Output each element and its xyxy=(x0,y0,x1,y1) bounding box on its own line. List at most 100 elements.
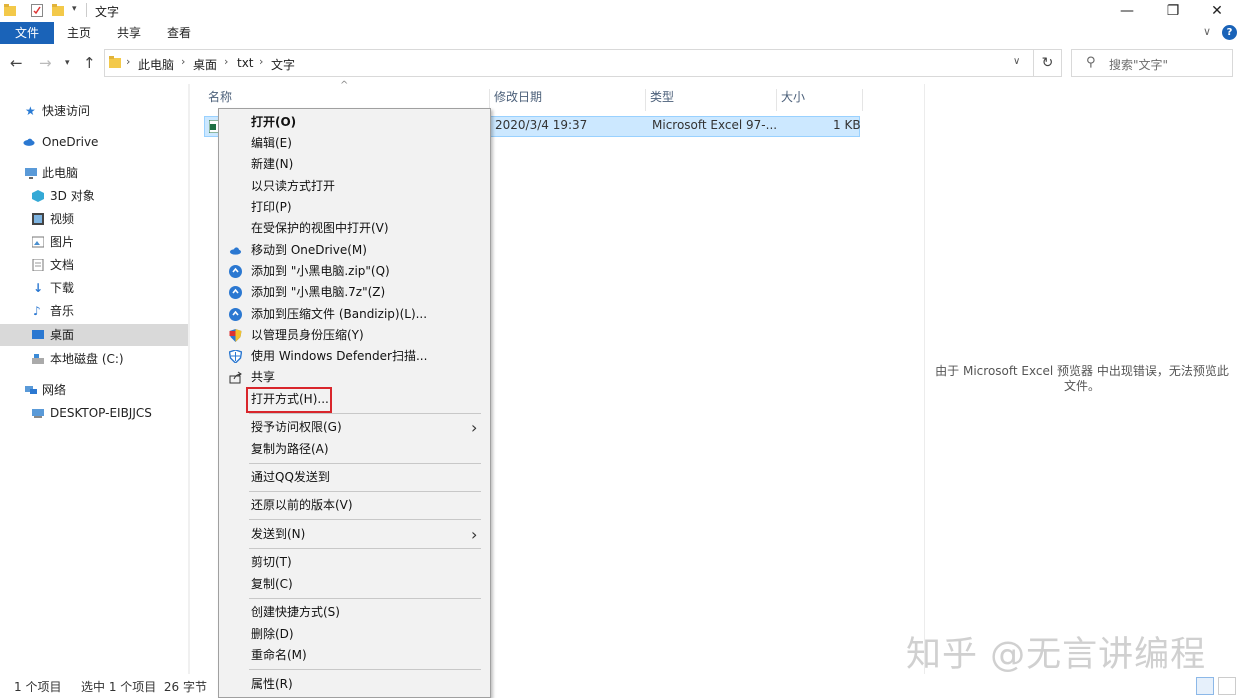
breadcrumb-separator-icon: › xyxy=(181,55,186,68)
sidebar-item-label: 本地磁盘 (C:) xyxy=(50,352,124,366)
menu-item-move-onedrive[interactable]: 移动到 OneDrive(M) xyxy=(219,240,490,261)
divider xyxy=(86,3,87,17)
sidebar-item-network[interactable]: 网络 xyxy=(0,379,188,401)
properties-icon[interactable] xyxy=(31,4,43,17)
help-icon[interactable]: ? xyxy=(1222,25,1237,40)
menu-item-label: 剪切(T) xyxy=(251,555,292,569)
minimize-button[interactable]: — xyxy=(1104,0,1150,22)
menu-item-protected-view[interactable]: 在受保护的视图中打开(V) xyxy=(219,218,490,239)
menu-item-delete[interactable]: 删除(D) xyxy=(219,624,490,645)
breadcrumb-this-pc[interactable]: 此电脑 xyxy=(138,56,174,73)
menu-item-label: 共享 xyxy=(251,370,276,384)
menu-item-add-archive[interactable]: 添加到压缩文件 (Bandizip)(L)... xyxy=(219,304,490,325)
item-count: 1 个项目 xyxy=(14,680,62,694)
recent-locations-icon[interactable]: ▾ xyxy=(65,58,70,68)
menu-item-open-readonly[interactable]: 以只读方式打开 xyxy=(219,176,490,197)
column-header-type[interactable]: 类型 xyxy=(646,89,777,111)
menu-item-edit[interactable]: 编辑(E) xyxy=(219,133,490,154)
sidebar-item-onedrive[interactable]: OneDrive xyxy=(0,131,188,153)
sidebar-item-desktop[interactable]: 桌面 xyxy=(0,324,188,346)
up-icon[interactable]: ↑ xyxy=(83,54,96,72)
breadcrumb-txt[interactable]: txt xyxy=(237,56,254,70)
details-view-button[interactable] xyxy=(1196,677,1214,695)
menu-item-label: 复制为路径(A) xyxy=(251,442,329,456)
sidebar-item-label: 快速访问 xyxy=(42,104,91,118)
sidebar-item-3d-objects[interactable]: 3D 对象 xyxy=(0,185,188,207)
folder-icon xyxy=(4,4,16,16)
new-folder-icon[interactable] xyxy=(52,4,64,17)
menu-item-rename[interactable]: 重命名(M) xyxy=(219,645,490,666)
menu-item-create-shortcut[interactable]: 创建快捷方式(S) xyxy=(219,602,490,623)
menu-separator xyxy=(249,413,481,414)
menu-separator xyxy=(249,548,481,549)
menu-item-send-qq[interactable]: 通过QQ发送到 xyxy=(219,467,490,488)
network-icon xyxy=(25,386,37,394)
menu-item-grant-access[interactable]: 授予访问权限(G) › xyxy=(219,417,490,438)
share-icon xyxy=(229,371,242,384)
sidebar-item-label: 下载 xyxy=(50,281,75,295)
column-header-modified[interactable]: 修改日期 xyxy=(490,89,646,111)
file-modified: 2020/3/4 19:37 xyxy=(495,118,588,132)
menu-item-print[interactable]: 打印(P) xyxy=(219,197,490,218)
menu-item-properties[interactable]: 属性(R) xyxy=(219,674,490,695)
restore-icon: ❐ xyxy=(1166,3,1180,19)
sidebar-item-pictures[interactable]: 图片 xyxy=(0,231,188,253)
sidebar-item-downloads[interactable]: ↓ 下载 xyxy=(0,277,188,299)
menu-item-admin-compress[interactable]: 以管理员身份压缩(Y) xyxy=(219,325,490,346)
tab-file[interactable]: 文件 xyxy=(0,22,54,44)
breadcrumb-separator-icon: › xyxy=(224,55,229,68)
tab-home[interactable]: 主页 xyxy=(55,22,103,44)
window-title: 文字 xyxy=(95,5,120,19)
sidebar-item-label: DESKTOP-EIBJJCS xyxy=(50,406,152,420)
address-dropdown-icon[interactable]: ∨ xyxy=(1013,56,1020,67)
close-button[interactable]: ✕ xyxy=(1194,0,1240,22)
forward-icon[interactable]: → xyxy=(39,54,52,72)
menu-item-new[interactable]: 新建(N) xyxy=(219,154,490,175)
menu-item-label: 以只读方式打开 xyxy=(251,179,336,193)
quick-access-dropdown-icon[interactable]: ▾ xyxy=(72,4,77,14)
sidebar-item-quick-access[interactable]: ★ 快速访问 xyxy=(0,100,188,122)
minimize-icon: — xyxy=(1120,3,1134,19)
tab-share[interactable]: 共享 xyxy=(105,22,153,44)
preview-divider[interactable] xyxy=(924,84,925,674)
back-icon[interactable]: ← xyxy=(10,54,23,72)
search-box[interactable]: ⚲ 搜索"文字" xyxy=(1071,49,1233,77)
sidebar-item-documents[interactable]: 文档 xyxy=(0,254,188,276)
bandizip-icon xyxy=(229,308,242,321)
sidebar-item-music[interactable]: ♪ 音乐 xyxy=(0,300,188,322)
menu-item-label: 删除(D) xyxy=(251,627,294,641)
refresh-button[interactable]: ↻ xyxy=(1034,49,1062,77)
column-header-size[interactable]: 大小 xyxy=(777,89,863,111)
sidebar-item-desktop-pc[interactable]: DESKTOP-EIBJJCS xyxy=(0,402,188,424)
watermark: 知乎 @无言讲编程 xyxy=(906,635,1207,675)
sidebar-item-videos[interactable]: 视频 xyxy=(0,208,188,230)
expand-ribbon-icon[interactable]: ∨ xyxy=(1203,25,1211,38)
pc-icon xyxy=(32,409,44,418)
menu-item-send-to[interactable]: 发送到(N) › xyxy=(219,524,490,545)
menu-item-copy-path[interactable]: 复制为路径(A) xyxy=(219,439,490,460)
sidebar-item-this-pc[interactable]: 此电脑 xyxy=(0,162,188,184)
tab-view[interactable]: 查看 xyxy=(155,22,203,44)
menu-item-label: 还原以前的版本(V) xyxy=(251,498,353,512)
restore-button[interactable]: ❐ xyxy=(1150,0,1196,22)
breadcrumb-current[interactable]: 文字 xyxy=(271,56,295,73)
menu-item-restore-versions[interactable]: 还原以前的版本(V) xyxy=(219,495,490,516)
large-icons-view-button[interactable] xyxy=(1218,677,1236,695)
breadcrumb-separator-icon: › xyxy=(259,55,264,68)
menu-item-label: 移动到 OneDrive(M) xyxy=(251,243,367,257)
menu-item-cut[interactable]: 剪切(T) xyxy=(219,552,490,573)
menu-item-share[interactable]: 共享 xyxy=(219,367,490,388)
menu-item-label: 创建快捷方式(S) xyxy=(251,605,340,619)
navigation-pane-scrollbar[interactable] xyxy=(188,84,190,674)
menu-separator xyxy=(249,463,481,464)
breadcrumb-desktop[interactable]: 桌面 xyxy=(193,56,217,73)
menu-item-add-7z[interactable]: 添加到 "小黑电脑.7z"(Z) xyxy=(219,282,490,303)
menu-item-open[interactable]: 打开(O) xyxy=(219,112,490,133)
sidebar-item-local-disk[interactable]: 本地磁盘 (C:) xyxy=(0,348,188,370)
search-icon: ⚲ xyxy=(1086,55,1096,70)
context-menu: 打开(O) 编辑(E) 新建(N) 以只读方式打开 打印(P) 在受保护的视图中… xyxy=(218,108,491,698)
menu-item-add-zip[interactable]: 添加到 "小黑电脑.zip"(Q) xyxy=(219,261,490,282)
menu-item-defender-scan[interactable]: 使用 Windows Defender扫描... xyxy=(219,346,490,367)
menu-item-copy[interactable]: 复制(C) xyxy=(219,574,490,595)
address-bar[interactable]: › 此电脑 › 桌面 › txt › 文字 ∨ xyxy=(104,49,1034,77)
